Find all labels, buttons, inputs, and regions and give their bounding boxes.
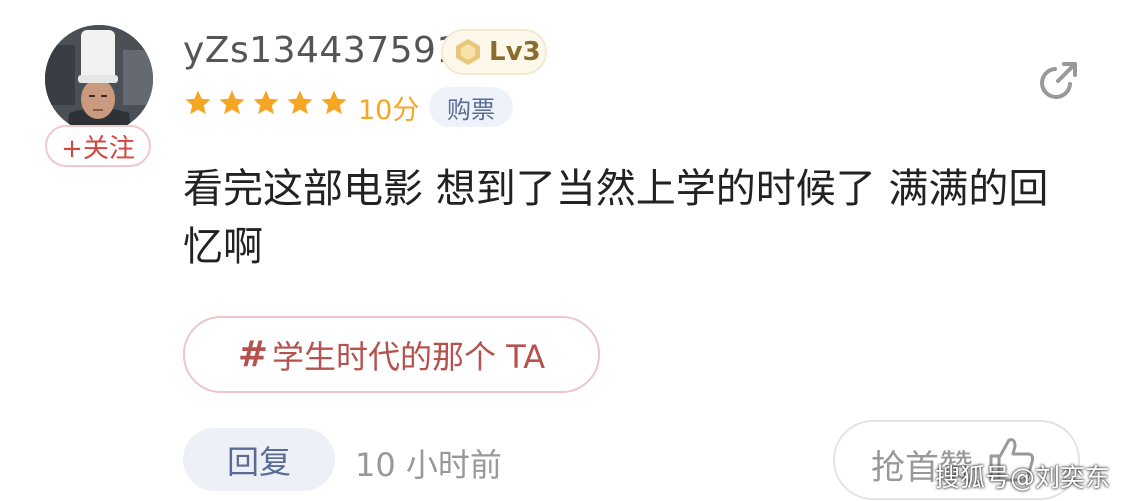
purchase-tag: 购票 xyxy=(429,87,513,127)
comment-text: 看完这部电影 想到了当然上学的时候了 满满的回忆啊 xyxy=(183,166,1049,270)
avatar-image xyxy=(45,25,153,133)
follow-button[interactable]: +关注 xyxy=(45,125,151,167)
rating-score: 10分 xyxy=(358,95,420,126)
star-icon xyxy=(285,88,315,118)
timestamp: 10 小时前 xyxy=(355,446,502,484)
reply-button[interactable]: 回复 xyxy=(183,428,335,491)
level-text: Lv3 xyxy=(489,37,541,67)
username[interactable]: yZs134437591 xyxy=(183,30,460,71)
topic-label: 学生时代的那个 TA xyxy=(272,337,546,376)
topic-hash: # xyxy=(237,334,269,375)
star-icon xyxy=(217,88,247,118)
share-icon[interactable] xyxy=(1036,57,1082,103)
level-badge: Lv3 xyxy=(441,29,547,75)
topic-chip[interactable]: # 学生时代的那个 TA xyxy=(183,316,600,393)
rating-stars xyxy=(183,88,349,118)
watermark-text: 搜狐号@刘奕东 xyxy=(935,463,1111,492)
star-icon xyxy=(251,88,281,118)
level-hexagon-icon xyxy=(456,39,480,65)
star-icon xyxy=(183,88,213,118)
star-icon xyxy=(319,88,349,118)
avatar[interactable] xyxy=(45,25,153,133)
